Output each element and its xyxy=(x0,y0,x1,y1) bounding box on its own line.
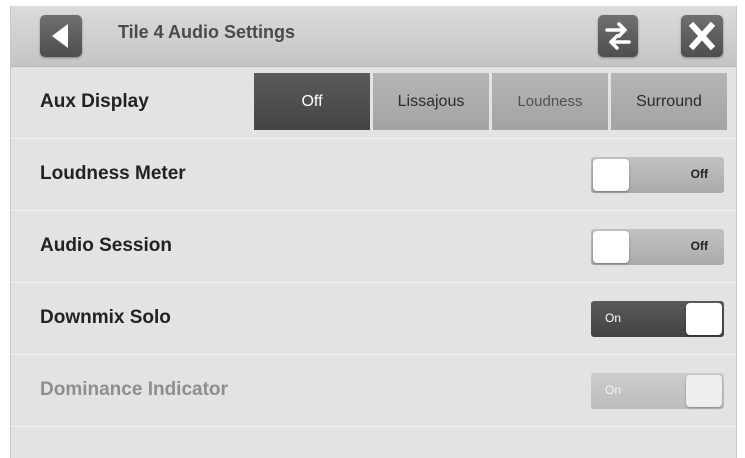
loudness-meter-label: Loudness Meter xyxy=(40,163,186,184)
audio-settings-panel: Tile 4 Audio Settings Aux Display Off Li… xyxy=(10,6,737,458)
downmix-solo-toggle[interactable]: On xyxy=(591,301,724,337)
header-bar: Tile 4 Audio Settings xyxy=(11,6,736,67)
aux-option-lissajous[interactable]: Lissajous xyxy=(373,73,489,130)
loudness-meter-row: Loudness Meter Off xyxy=(11,139,736,211)
downmix-solo-label: Downmix Solo xyxy=(40,307,171,328)
audio-session-toggle[interactable]: Off xyxy=(591,229,724,265)
aux-option-off[interactable]: Off xyxy=(254,73,370,130)
loudness-meter-toggle[interactable]: Off xyxy=(591,157,724,193)
dominance-indicator-label: Dominance Indicator xyxy=(40,379,228,400)
close-button[interactable] xyxy=(681,15,723,57)
back-button[interactable] xyxy=(40,15,82,57)
audio-session-label: Audio Session xyxy=(40,235,172,256)
back-arrow-icon xyxy=(52,24,68,48)
swap-button[interactable] xyxy=(598,15,638,57)
toggle-knob xyxy=(593,159,629,191)
close-x-icon xyxy=(688,21,716,51)
aux-option-loudness[interactable]: Loudness xyxy=(492,73,608,130)
audio-session-row: Audio Session Off xyxy=(11,211,736,283)
toggle-state-text: On xyxy=(605,311,622,325)
toggle-state-text: On xyxy=(605,383,622,397)
page-title: Tile 4 Audio Settings xyxy=(118,22,296,42)
toggle-state-text: Off xyxy=(690,239,708,253)
aux-display-label: Aux Display xyxy=(40,91,149,112)
toggle-knob xyxy=(686,303,722,335)
aux-option-surround[interactable]: Surround xyxy=(611,73,727,130)
swap-arrows-icon xyxy=(605,22,631,50)
downmix-solo-row: Downmix Solo On xyxy=(11,283,736,355)
aux-display-row: Aux Display Off Lissajous Loudness Surro… xyxy=(11,67,736,139)
toggle-knob xyxy=(593,231,629,263)
toggle-knob xyxy=(686,375,722,407)
toggle-state-text: Off xyxy=(690,167,708,181)
dominance-indicator-row: Dominance Indicator On xyxy=(11,355,736,427)
dominance-indicator-toggle: On xyxy=(591,373,724,409)
